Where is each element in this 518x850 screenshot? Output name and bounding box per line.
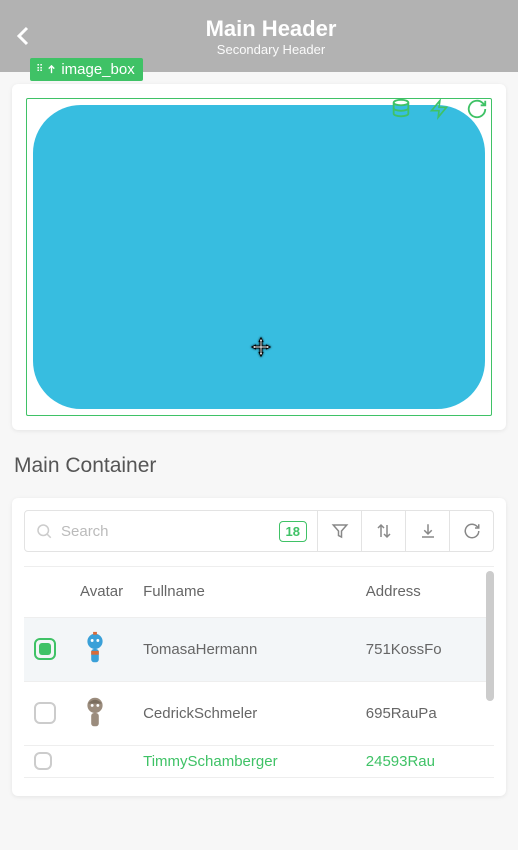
image-box-card — [12, 84, 506, 430]
col-address[interactable]: Address — [356, 567, 494, 617]
table-scroll: Avatar Fullname Address TomasaHermann 75… — [24, 566, 494, 784]
table-row[interactable]: TimmySchamberger 24593Rau — [24, 745, 494, 777]
data-table: Avatar Fullname Address TomasaHermann 75… — [24, 567, 494, 778]
cell-fullname: TimmySchamberger — [133, 745, 356, 777]
secondary-header: Secondary Header — [36, 42, 506, 57]
cell-address: 751KossFo — [356, 617, 494, 681]
search-icon — [35, 522, 53, 540]
selected-element[interactable] — [26, 98, 492, 416]
image-placeholder[interactable] — [33, 105, 485, 409]
filter-button[interactable] — [317, 511, 361, 551]
result-count-badge: 18 — [279, 521, 307, 542]
search-wrap: 18 — [25, 521, 317, 542]
reload-button[interactable] — [449, 511, 493, 551]
row-checkbox[interactable] — [34, 638, 56, 660]
cell-address: 24593Rau — [356, 745, 494, 777]
search-input[interactable] — [61, 523, 271, 540]
element-label[interactable]: ⠿ image_box — [30, 58, 143, 81]
move-cursor-icon — [250, 336, 272, 358]
col-avatar[interactable]: Avatar — [70, 567, 133, 617]
table-container: 18 Avatar Fullname Address — [12, 498, 506, 796]
back-button[interactable] — [12, 24, 36, 48]
table-toolbar: 18 — [24, 510, 494, 552]
select-parent-icon[interactable] — [46, 64, 57, 75]
refresh-icon[interactable] — [462, 94, 492, 124]
image-box-actions — [386, 94, 492, 124]
avatar — [70, 617, 133, 681]
element-label-text: image_box — [61, 61, 134, 78]
col-fullname[interactable]: Fullname — [133, 567, 356, 617]
row-checkbox[interactable] — [34, 702, 56, 724]
lightning-icon[interactable] — [424, 94, 454, 124]
cell-address: 695RauPa — [356, 681, 494, 745]
scrollbar[interactable] — [486, 571, 494, 701]
table-row[interactable]: CedrickSchmeler 695RauPa — [24, 681, 494, 745]
avatar — [70, 681, 133, 745]
sort-button[interactable] — [361, 511, 405, 551]
header-row: Avatar Fullname Address — [24, 567, 494, 617]
drag-grip-icon[interactable]: ⠿ — [36, 64, 42, 75]
database-icon[interactable] — [386, 94, 416, 124]
header-titles: Main Header Secondary Header — [36, 16, 506, 57]
main-header: Main Header — [36, 16, 506, 42]
cell-fullname: CedrickSchmeler — [133, 681, 356, 745]
table-row[interactable]: TomasaHermann 751KossFo — [24, 617, 494, 681]
download-button[interactable] — [405, 511, 449, 551]
row-checkbox[interactable] — [34, 752, 52, 770]
cell-fullname: TomasaHermann — [133, 617, 356, 681]
section-title: Main Container — [0, 442, 518, 486]
